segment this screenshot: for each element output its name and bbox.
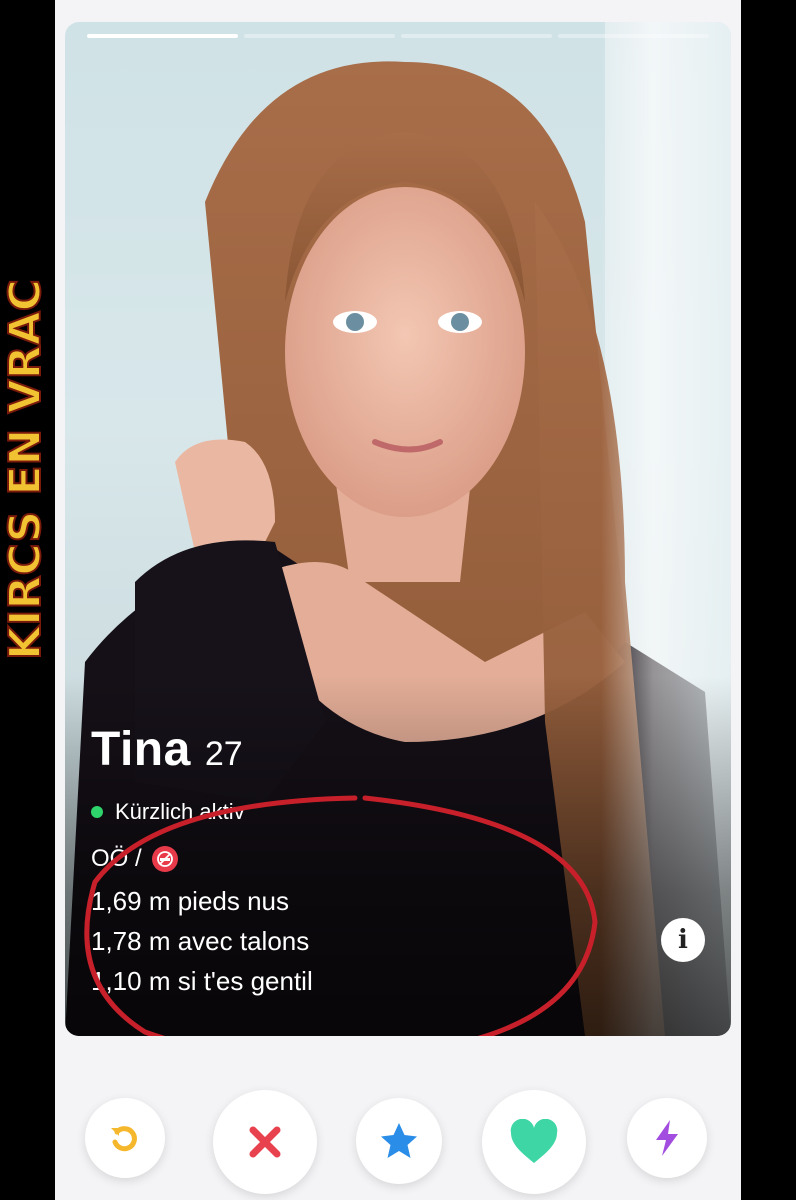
info-icon: i	[678, 925, 688, 955]
rewind-button[interactable]	[85, 1098, 165, 1178]
region-label: OÖ /	[91, 845, 142, 872]
activity-label: Kürzlich aktiv	[115, 799, 245, 824]
progress-segment	[558, 34, 709, 38]
info-button[interactable]: i	[661, 918, 705, 962]
no-smoking-icon	[151, 846, 178, 872]
profile-name: Tina	[91, 723, 191, 776]
region-row: OÖ /	[91, 845, 313, 873]
like-button[interactable]	[482, 1090, 586, 1194]
heart-icon	[510, 1119, 558, 1163]
star-icon	[381, 1123, 417, 1158]
progress-segment	[87, 34, 238, 38]
action-bar	[55, 1090, 741, 1200]
watermark-text: KIRCS EN VRAC	[0, 279, 51, 660]
bio-line: 1,78 m avec talons	[91, 926, 310, 956]
profile-age: 27	[204, 735, 243, 773]
nope-button[interactable]	[213, 1090, 317, 1194]
photo-progress	[87, 34, 709, 38]
bio: 1,69 m pieds nus 1,78 m avec talons 1,10…	[91, 881, 313, 1001]
x-icon	[249, 1126, 281, 1158]
active-dot-icon	[91, 806, 103, 818]
super-like-button[interactable]	[356, 1098, 442, 1184]
profile-card[interactable]: Tina 27 Kürzlich aktiv OÖ / 1,69 m pieds…	[65, 22, 731, 1036]
watermark: KIRCS EN VRAC	[0, 190, 55, 670]
lightning-icon	[656, 1120, 678, 1156]
activity-status: Kürzlich aktiv	[91, 799, 313, 825]
bio-line: 1,69 m pieds nus	[91, 886, 290, 916]
app-frame: Tina 27 Kürzlich aktiv OÖ / 1,69 m pieds…	[55, 0, 741, 1200]
progress-segment	[244, 34, 395, 38]
bio-line: 1,10 m si t'es gentil	[91, 966, 313, 996]
progress-segment	[401, 34, 552, 38]
profile-info: Tina 27 Kürzlich aktiv OÖ / 1,69 m pieds…	[91, 722, 313, 1001]
boost-button[interactable]	[627, 1098, 707, 1178]
rewind-icon	[111, 1126, 137, 1152]
name-row: Tina 27	[91, 722, 313, 777]
